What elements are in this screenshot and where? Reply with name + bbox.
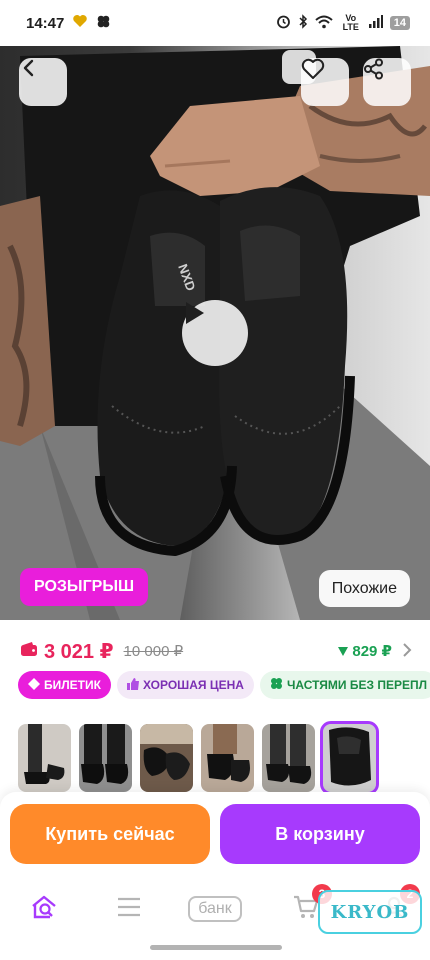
thumbnail[interactable] — [201, 724, 254, 792]
clover-icon — [96, 14, 111, 33]
product-image[interactable]: NXD РОЗЫГРЫШ Похожие — [0, 46, 430, 620]
watermark-logo: KRYOB — [318, 890, 422, 934]
promo-badge[interactable]: РОЗЫГРЫШ — [20, 568, 149, 606]
play-video-button[interactable] — [182, 300, 248, 366]
action-bar: Купить сейчас В корзину — [0, 792, 430, 878]
badge-ticket-label: БИЛЕТИК — [44, 678, 101, 692]
badge-installments-label: ЧАСТЯМИ БЕЗ ПЕРЕПЛ — [286, 678, 428, 692]
nav-home[interactable] — [20, 892, 68, 926]
bank-icon: банк — [188, 896, 242, 922]
similar-button[interactable]: Похожие — [318, 570, 410, 607]
thumbnail[interactable] — [140, 724, 193, 792]
ticket-icon — [28, 677, 40, 693]
down-triangle-icon — [338, 643, 349, 660]
bluetooth-icon — [298, 14, 308, 32]
thumbs-up-icon — [126, 677, 139, 693]
alarm-icon — [276, 14, 291, 32]
catalog-menu-icon — [116, 897, 142, 922]
network-type: Vo LTE — [342, 13, 359, 32]
price-row: 3 021 ₽ 10 000 ₽ 829 ₽ — [0, 634, 430, 668]
thumbnail-selected[interactable] — [320, 721, 379, 795]
cashback-amount: 829 ₽ — [352, 643, 392, 660]
old-price: 10 000 ₽ — [123, 643, 184, 660]
chevron-right-icon[interactable] — [402, 641, 412, 662]
home-search-icon — [30, 894, 58, 925]
signal-icon — [368, 15, 383, 31]
home-indicator[interactable] — [150, 945, 282, 950]
heart-check-icon — [72, 14, 88, 32]
add-to-cart-button[interactable]: В корзину — [220, 804, 420, 864]
buy-now-button[interactable]: Купить сейчас — [10, 804, 210, 864]
status-bar: 14:47 Vo LTE 14 — [0, 0, 430, 46]
current-price: 3 021 ₽ — [44, 640, 114, 663]
product-page: 14:47 Vo LTE 14 NXD РОЗЫГРЫШ Похожие 3 0… — [0, 0, 430, 960]
back-button[interactable] — [19, 58, 67, 106]
bottom-nav: банк 3 2 KRYOB — [0, 878, 430, 960]
thumbnail[interactable] — [79, 724, 132, 792]
status-time: 14:47 — [26, 14, 65, 32]
clover-icon — [270, 677, 283, 693]
badge-installments[interactable]: ЧАСТЯМИ БЕЗ ПЕРЕПЛ — [259, 671, 430, 699]
badge-good-price[interactable]: ХОРОШАЯ ЦЕНА — [116, 671, 254, 699]
badge-good-price-label: ХОРОШАЯ ЦЕНА — [142, 678, 244, 692]
badge-ticket[interactable]: БИЛЕТИК — [18, 671, 111, 699]
badges-row: БИЛЕТИК ХОРОШАЯ ЦЕНА ЧАСТЯМИ БЕЗ ПЕРЕПЛ — [18, 671, 430, 699]
share-button[interactable] — [363, 58, 411, 106]
nav-bank[interactable]: банк — [178, 892, 252, 926]
thumbnail-strip — [18, 721, 430, 795]
battery-icon: 14 — [389, 16, 410, 30]
nav-catalog[interactable] — [105, 892, 153, 926]
cashback[interactable]: 829 ₽ — [338, 642, 392, 660]
wifi-icon — [315, 15, 333, 32]
thumbnail[interactable] — [262, 724, 315, 792]
favorite-button[interactable] — [301, 58, 349, 106]
thumbnail[interactable] — [18, 724, 71, 792]
wallet-icon — [20, 641, 38, 662]
